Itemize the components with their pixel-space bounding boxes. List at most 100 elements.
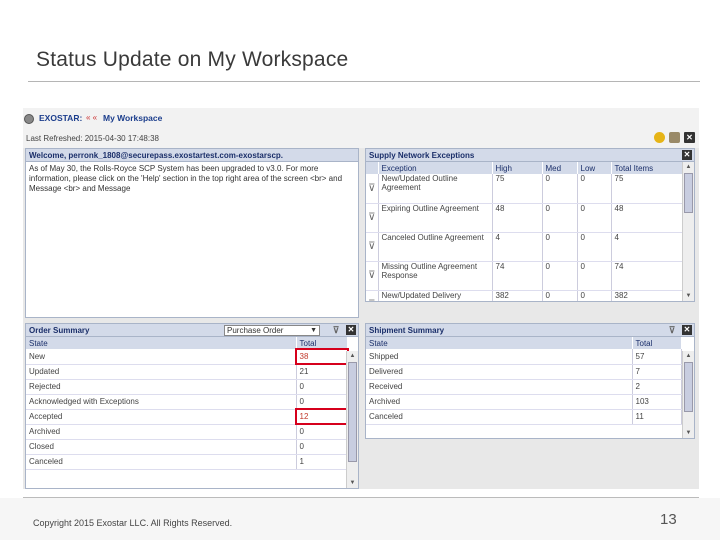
column-header[interactable]: Exception <box>378 162 493 174</box>
last-refreshed: Last Refreshed: 2015-04-30 17:48:38 <box>26 134 159 143</box>
table-row[interactable]: Rejected 0 <box>26 379 348 395</box>
close-icon[interactable]: ✕ <box>346 325 356 335</box>
vertical-scrollbar[interactable]: ▲ ▼ <box>682 351 694 438</box>
table-cell: Acknowledged with Exceptions <box>26 394 297 410</box>
table-cell[interactable]: Expiring Outline Agreement <box>378 203 493 233</box>
table-row[interactable]: ⊽ Canceled Outline Agreement 4 0 0 4 <box>366 232 694 262</box>
breadcrumb-my-workspace[interactable]: My Workspace <box>103 113 162 123</box>
funnel-icon[interactable]: ⊽ <box>331 325 341 335</box>
column-header[interactable]: State <box>26 337 297 349</box>
table-row[interactable]: Archived 0 <box>26 424 348 440</box>
table-cell[interactable]: 38 <box>295 348 349 365</box>
table-cell[interactable]: 21 <box>296 364 348 380</box>
page-number: 13 <box>660 511 677 528</box>
scroll-up-icon[interactable]: ▲ <box>683 162 694 172</box>
table-cell[interactable]: 0 <box>296 379 348 395</box>
table-cell: 0 <box>577 174 612 204</box>
funnel-icon[interactable]: ⊽ <box>366 290 379 301</box>
table-cell[interactable]: 11 <box>632 409 682 425</box>
table-cell: Archived <box>26 424 297 440</box>
column-header[interactable]: High <box>492 162 543 174</box>
table-row[interactable]: New 38 <box>26 348 349 365</box>
table-cell: 0 <box>577 290 612 301</box>
app-header: EXOSTAR: « « My Workspace Last Refreshed… <box>23 108 699 148</box>
close-icon[interactable]: ✕ <box>682 150 692 160</box>
table-cell: Rejected <box>26 379 297 395</box>
table-cell: Received <box>366 379 633 395</box>
table-cell: 0 <box>542 232 578 262</box>
scroll-down-icon[interactable]: ▼ <box>347 478 358 488</box>
scroll-thumb[interactable] <box>684 362 693 412</box>
order-summary-header: Order Summary Purchase Order ▼ ⊽ ✕ <box>26 324 358 337</box>
settings-icon[interactable] <box>668 132 680 143</box>
close-icon[interactable]: ✕ <box>682 325 692 335</box>
scroll-up-icon[interactable]: ▲ <box>347 351 358 361</box>
close-icon[interactable]: ✕ <box>684 132 695 143</box>
scroll-up-icon[interactable]: ▲ <box>683 351 694 361</box>
table-cell: Updated <box>26 364 297 380</box>
workspace-screenshot: EXOSTAR: « « My Workspace Last Refreshed… <box>23 108 699 489</box>
column-header[interactable]: State <box>366 337 633 349</box>
table-cell: Canceled <box>366 409 633 425</box>
funnel-icon[interactable]: ⊽ <box>366 203 379 233</box>
scroll-down-icon[interactable]: ▼ <box>683 291 694 301</box>
table-row[interactable]: ⊽ Expiring Outline Agreement 48 0 0 48 <box>366 203 694 233</box>
order-summary-table: State Total New 38 Updated 21 Rejected 0 Ac… <box>26 337 349 470</box>
table-row[interactable]: Acknowledged with Exceptions 0 <box>26 394 348 410</box>
order-summary-panel: Order Summary Purchase Order ▼ ⊽ ✕ State… <box>25 323 359 489</box>
column-header[interactable]: Total <box>632 337 682 349</box>
table-cell[interactable]: 1 <box>296 454 348 470</box>
table-row[interactable]: Accepted 12 <box>26 408 349 425</box>
table-row[interactable]: Received 2 <box>366 379 682 395</box>
vertical-scrollbar[interactable]: ▲ ▼ <box>682 162 694 301</box>
shipment-summary-header: Shipment Summary ⊽ ✕ <box>366 324 694 337</box>
help-icon[interactable] <box>653 132 665 143</box>
table-cell: Shipped <box>366 349 633 365</box>
shipment-summary-table: State Total Shipped 57 Delivered 7 Receive… <box>366 337 682 425</box>
table-row[interactable]: Archived 103 <box>366 394 682 410</box>
supply-network-title-text: Supply Network Exceptions <box>369 151 475 160</box>
table-cell: 382 <box>492 290 543 301</box>
table-cell[interactable]: 0 <box>296 394 348 410</box>
table-cell[interactable]: 103 <box>632 394 682 410</box>
funnel-icon[interactable]: ⊽ <box>366 261 379 291</box>
table-row[interactable]: Closed 0 <box>26 439 348 455</box>
table-cell: Closed <box>26 439 297 455</box>
welcome-title: Welcome, perronk_1808@securepass.exostar… <box>26 149 358 162</box>
table-row[interactable]: ⊽ New/Updated Outline Agreement 75 0 0 7… <box>366 174 694 204</box>
table-cell[interactable]: 0 <box>296 424 348 440</box>
table-cell: 0 <box>542 203 578 233</box>
funnel-icon[interactable]: ⊽ <box>366 232 379 262</box>
table-cell[interactable]: Canceled Outline Agreement <box>378 232 493 262</box>
table-row[interactable]: Shipped 57 <box>366 349 682 365</box>
table-cell[interactable]: 2 <box>632 379 682 395</box>
welcome-message: As of May 30, the Rolls-Royce SCP System… <box>29 164 343 193</box>
funnel-icon[interactable]: ⊽ <box>366 174 379 204</box>
table-cell[interactable]: New/Updated Delivery <box>378 290 493 301</box>
table-cell: 48 <box>492 203 543 233</box>
funnel-icon[interactable]: ⊽ <box>667 325 677 335</box>
table-cell[interactable]: 12 <box>295 408 349 425</box>
table-row[interactable]: ⊽ Missing Outline Agreement Response 74 … <box>366 261 694 291</box>
table-cell[interactable]: New/Updated Outline Agreement <box>378 174 493 204</box>
table-cell[interactable]: 7 <box>632 364 682 380</box>
footer-divider <box>23 497 699 498</box>
table-row[interactable]: Canceled 11 <box>366 409 682 425</box>
order-type-select[interactable]: Purchase Order ▼ <box>224 325 320 336</box>
table-row[interactable]: Updated 21 <box>26 364 348 380</box>
column-header[interactable]: Med <box>542 162 578 174</box>
scroll-thumb[interactable] <box>348 362 357 462</box>
scroll-thumb[interactable] <box>684 173 693 213</box>
table-cell[interactable]: 0 <box>296 439 348 455</box>
breadcrumb-separator: « « <box>86 113 98 122</box>
table-cell[interactable]: 57 <box>632 349 682 365</box>
header-tools: ✕ <box>652 132 695 143</box>
vertical-scrollbar[interactable]: ▲ ▼ <box>346 351 358 488</box>
table-row[interactable]: ⊽ New/Updated Delivery 382 0 0 382 <box>366 290 694 301</box>
table-cell[interactable]: Missing Outline Agreement Response <box>378 261 493 291</box>
table-row[interactable]: Delivered 7 <box>366 364 682 380</box>
column-header[interactable]: Low <box>577 162 612 174</box>
scroll-down-icon[interactable]: ▼ <box>683 428 694 438</box>
table-row[interactable]: Canceled 1 <box>26 454 348 470</box>
column-header[interactable]: Total <box>296 337 348 349</box>
